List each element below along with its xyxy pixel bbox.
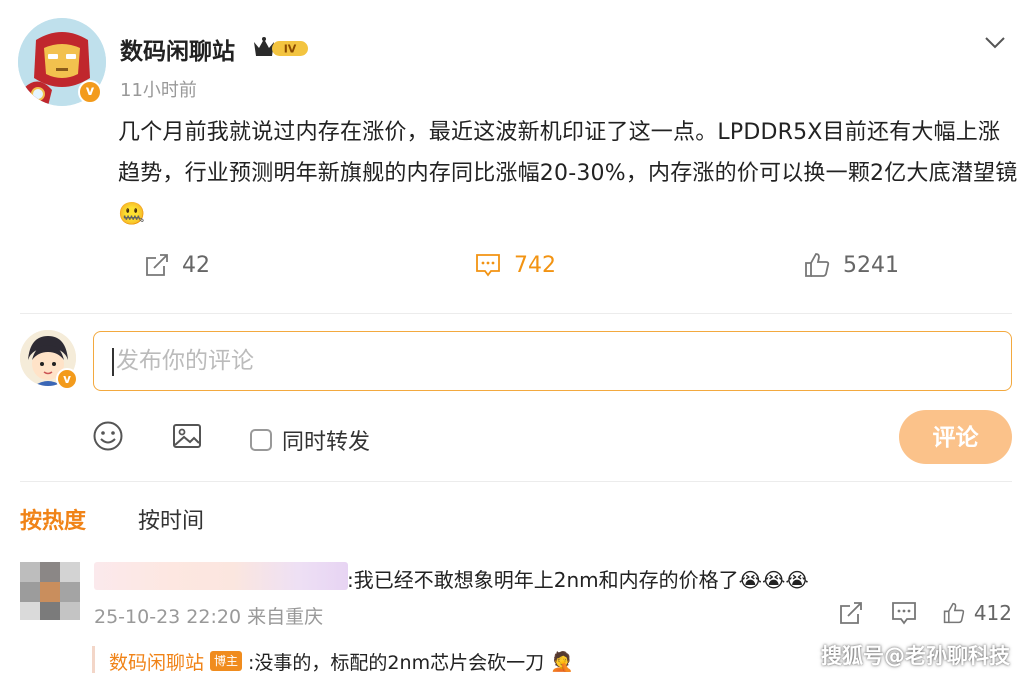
sort-by-hot-tab[interactable]: 按热度 [20, 503, 86, 535]
reply-text: :没事的，标配的2nm芯片会砍一刀 [248, 651, 545, 673]
comment-placeholder: 发布你的评论 [116, 348, 254, 374]
post-time: 11小时前 [120, 80, 197, 101]
commenter-avatar-blurred[interactable] [20, 562, 80, 620]
comment-count: 742 [514, 252, 556, 278]
divider [20, 313, 1012, 314]
author-name[interactable]: 数码闲聊站 [120, 32, 235, 66]
repost-button[interactable]: 42 [144, 248, 210, 282]
comment-like-count: 412 [973, 601, 1012, 625]
emoji-icon[interactable] [92, 420, 124, 452]
comment-icon[interactable] [890, 600, 918, 626]
image-icon[interactable] [171, 420, 203, 452]
watermark-text: 搜狐号@老孙聊科技 [821, 644, 1010, 668]
commenter-name-blurred[interactable] [94, 562, 348, 590]
repost-label: 同时转发 [282, 430, 371, 455]
host-tag-badge: 博主 [210, 651, 243, 671]
reply-author-name[interactable]: 数码闲聊站 [109, 648, 204, 673]
like-button[interactable]: 5241 [803, 248, 899, 282]
repost-count: 42 [182, 252, 210, 278]
post-action-bar: 42 742 5241 [0, 240, 1032, 290]
comment-icon [476, 254, 500, 277]
crying-emoji: 😭😭😭 [738, 568, 809, 592]
level-crown-badge-icon: IV [254, 37, 308, 56]
post-body: 几个月前我就说过内存在涨价，最近这波新机印证了这一点。LPDDR5X目前还有大幅… [118, 112, 1018, 235]
comment-item: :我已经不敢想象明年上2nm和内存的价格了😭😭😭 25-10-23 22:20 … [20, 560, 1012, 630]
share-icon[interactable] [838, 600, 864, 626]
comment-meta: 25-10-23 22:20 来自重庆 [94, 606, 324, 628]
composer-toolbar: 同时转发 评论 [0, 410, 1032, 466]
sort-by-time-tab[interactable]: 按时间 [138, 503, 204, 535]
level-text: IV [284, 43, 297, 56]
post-text: 几个月前我就说过内存在涨价，最近这波新机印证了这一点。LPDDR5X目前还有大幅… [118, 120, 1018, 186]
verified-badge-icon: v [78, 80, 102, 104]
thumbs-up-icon [943, 602, 965, 624]
comment-button[interactable]: 742 [474, 248, 556, 282]
chevron-down-icon[interactable] [984, 36, 1006, 50]
submit-comment-button[interactable]: 评论 [899, 410, 1012, 464]
author-reply: 数码闲聊站 博主 :没事的，标配的2nm芯片会砍一刀 🤦 [92, 646, 574, 673]
comment-body: :我已经不敢想象明年上2nm和内存的价格了 [347, 568, 739, 592]
post-header: v 数码闲聊站 IV 11小时前 [18, 18, 1018, 108]
repost-checkbox[interactable] [250, 429, 272, 451]
like-count: 5241 [843, 252, 899, 278]
comment-input[interactable]: 发布你的评论 [93, 331, 1012, 391]
comment-text: :我已经不敢想象明年上2nm和内存的价格了😭😭😭 [347, 564, 809, 593]
facepalm-emoji: 🤦 [550, 650, 574, 673]
thumbs-up-icon [805, 253, 830, 277]
zipper-mouth-emoji: 🤐 [118, 202, 146, 227]
share-icon [146, 254, 168, 276]
repost-toggle[interactable]: 同时转发 [250, 424, 370, 456]
user-verified-badge-icon: v [56, 368, 78, 390]
text-caret [112, 347, 114, 376]
comment-like-button[interactable]: 412 [942, 598, 1012, 628]
divider [20, 481, 1012, 482]
